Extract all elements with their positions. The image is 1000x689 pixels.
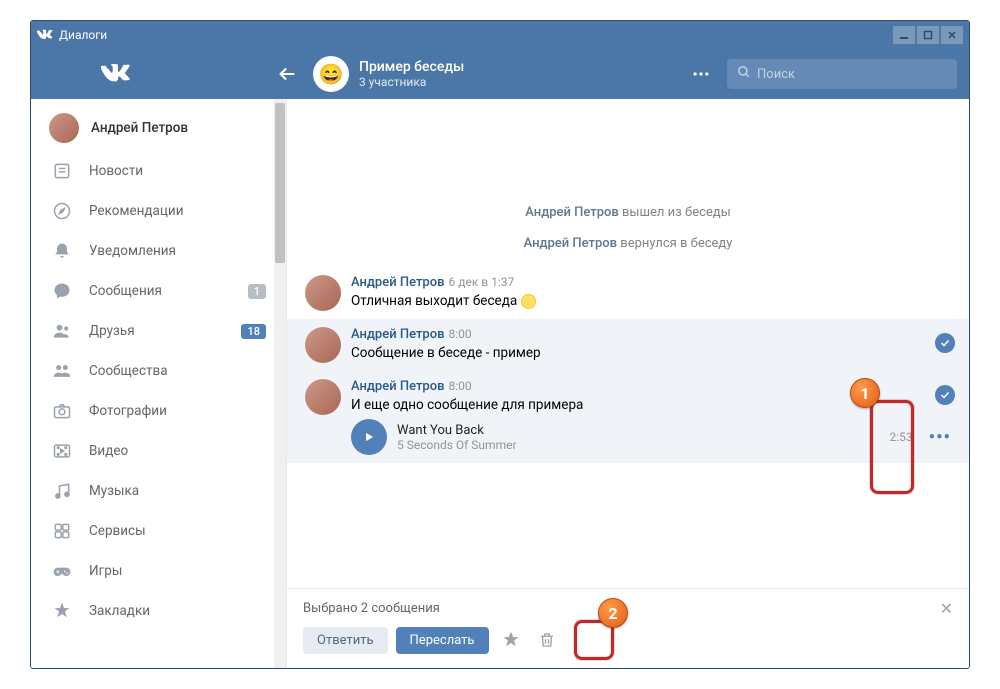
sidebar-item-notifications[interactable]: Уведомления <box>31 231 286 271</box>
play-button[interactable] <box>351 419 387 455</box>
system-message: Андрей Петров вышел из беседы <box>287 205 969 220</box>
search-input[interactable]: Поиск <box>727 59 957 89</box>
bell-icon <box>51 240 73 262</box>
more-menu-button[interactable] <box>685 58 717 90</box>
profile-name: Андрей Петров <box>91 120 188 136</box>
sidebar-item-video[interactable]: Видео <box>31 431 286 471</box>
window-title: Диалоги <box>59 28 893 42</box>
sidebar-scrollbar[interactable] <box>274 99 286 668</box>
camera-icon <box>51 400 73 422</box>
nav-label: Сообщества <box>89 363 266 379</box>
search-icon <box>737 65 751 83</box>
sidebar-item-games[interactable]: Игры <box>31 551 286 591</box>
nav-label: Игры <box>89 563 266 579</box>
message-row[interactable]: Андрей Петров 8:00 И еще одно сообщение д… <box>287 371 969 463</box>
message-row[interactable]: Андрей Петров 8:00 Сообщение в беседе - п… <box>287 319 969 371</box>
close-window-button[interactable] <box>941 26 963 44</box>
message-avatar[interactable] <box>305 327 341 363</box>
selection-count: Выбрано 2 сообщения <box>303 601 440 616</box>
message-text: И еще одно сообщение для примера <box>351 397 951 413</box>
audio-more-button[interactable]: ••• <box>929 427 951 448</box>
news-icon <box>51 160 73 182</box>
reply-button[interactable]: Ответить <box>303 627 388 654</box>
friends-icon <box>51 320 73 342</box>
sidebar-item-services[interactable]: Сервисы <box>31 511 286 551</box>
nav-label: Закладки <box>89 603 266 619</box>
nav-badge: 18 <box>241 324 266 339</box>
forward-button[interactable]: Переслать <box>396 627 489 654</box>
titlebar: Диалоги <box>31 21 969 49</box>
smile-emoji-icon <box>521 294 536 309</box>
message-author[interactable]: Андрей Петров <box>351 327 445 342</box>
sidebar-item-bookmarks[interactable]: Закладки <box>31 591 286 631</box>
audio-artist: 5 Seconds Of Summer <box>397 438 517 452</box>
message-text: Сообщение в беседе - пример <box>351 345 951 361</box>
message-text: Отличная выходит беседа <box>351 293 951 309</box>
search-placeholder: Поиск <box>757 67 795 82</box>
video-icon <box>51 440 73 462</box>
sidebar-item-friends[interactable]: Друзья 18 <box>31 311 286 351</box>
nav-label: Сообщения <box>89 283 232 299</box>
groups-icon <box>51 360 73 382</box>
bubble-icon <box>51 280 73 302</box>
selection-bar: Выбрано 2 сообщения ✕ Ответить Переслать <box>287 588 969 668</box>
message-selected-check-icon[interactable] <box>935 385 955 405</box>
message-time: 8:00 <box>449 379 472 393</box>
audio-attachment[interactable]: Want You Back 5 Seconds Of Summer 2:53 •… <box>351 419 951 455</box>
nav-label: Фотографии <box>89 403 266 419</box>
sidebar: Андрей Петров Новости Рекомендации Уведо… <box>31 99 286 668</box>
message-author[interactable]: Андрей Петров <box>351 275 445 290</box>
vk-logo-icon[interactable] <box>101 59 131 89</box>
chat-title: Пример беседы <box>359 59 464 76</box>
message-time: 6 дек в 1:37 <box>449 275 515 289</box>
message-selected-check-icon[interactable] <box>935 333 955 353</box>
nav-label: Друзья <box>89 323 225 339</box>
nav-label: Видео <box>89 443 266 459</box>
audio-title: Want You Back <box>397 423 517 438</box>
message-avatar[interactable] <box>305 275 341 311</box>
selection-close-button[interactable]: ✕ <box>940 599 953 618</box>
delete-button[interactable] <box>533 626 561 654</box>
minimize-button[interactable] <box>893 26 915 44</box>
chat-content: Андрей Петров вышел из беседы Андрей Пет… <box>286 99 969 668</box>
nav-label: Новости <box>89 163 266 179</box>
bookmark-icon <box>51 600 73 622</box>
message-row[interactable]: Андрей Петров 6 дек в 1:37 Отличная выход… <box>287 267 969 319</box>
message-time: 8:00 <box>449 327 472 341</box>
sidebar-profile[interactable]: Андрей Петров <box>31 105 286 151</box>
audio-duration: 2:53 <box>889 430 912 444</box>
sidebar-item-communities[interactable]: Сообщества <box>31 351 286 391</box>
nav-label: Музыка <box>89 483 266 499</box>
compass-icon <box>51 200 73 222</box>
system-message: Андрей Петров вернулся в беседу <box>287 236 969 251</box>
favorite-button[interactable] <box>497 626 525 654</box>
sidebar-item-news[interactable]: Новости <box>31 151 286 191</box>
back-button[interactable] <box>271 58 303 90</box>
nav-badge: 1 <box>248 284 266 299</box>
nav-label: Уведомления <box>89 243 266 259</box>
topbar: 😄 Пример беседы 3 участника Поиск <box>31 49 969 99</box>
nav-label: Рекомендации <box>89 203 266 219</box>
message-author[interactable]: Андрей Петров <box>351 379 445 394</box>
chat-avatar[interactable]: 😄 <box>313 56 349 92</box>
maximize-button[interactable] <box>917 26 939 44</box>
games-icon <box>51 560 73 582</box>
sidebar-item-music[interactable]: Музыка <box>31 471 286 511</box>
sidebar-item-recommendations[interactable]: Рекомендации <box>31 191 286 231</box>
nav-label: Сервисы <box>89 523 266 539</box>
music-icon <box>51 480 73 502</box>
services-icon <box>51 520 73 542</box>
profile-avatar <box>49 113 79 143</box>
sidebar-item-photos[interactable]: Фотографии <box>31 391 286 431</box>
sidebar-item-messages[interactable]: Сообщения 1 <box>31 271 286 311</box>
message-avatar[interactable] <box>305 379 341 415</box>
chat-subtitle: 3 участника <box>359 75 464 89</box>
vk-mini-logo-icon <box>37 27 53 43</box>
